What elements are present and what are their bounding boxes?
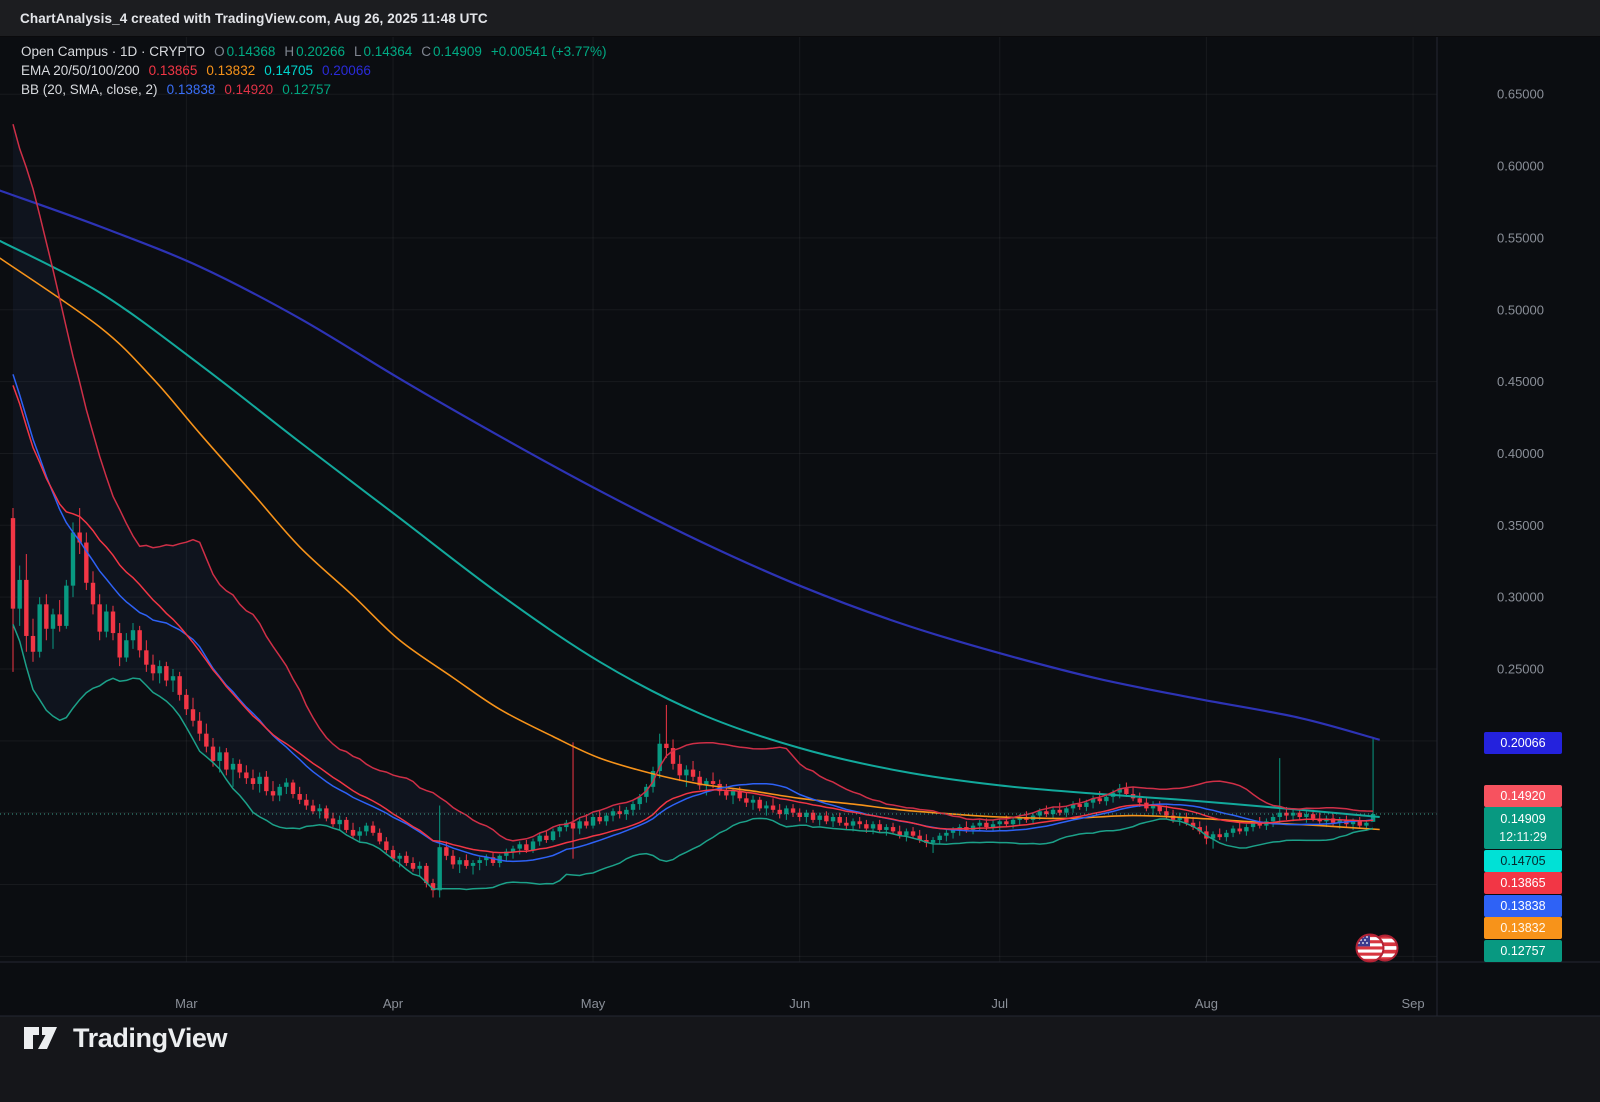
bb-basis-value: 0.13838 (167, 82, 216, 97)
ohlc-high: H 0.20266 (284, 44, 345, 59)
svg-text:0.60000: 0.60000 (1497, 159, 1544, 174)
svg-text:0.65000: 0.65000 (1497, 87, 1544, 102)
svg-text:0.40000: 0.40000 (1497, 446, 1544, 461)
badge-value: 0.14705 (1500, 852, 1545, 870)
price-badge-0.14705: 0.14705 (1484, 850, 1562, 872)
legend-row-ema: EMA 20/50/100/200 0.13865 0.13832 0.1470… (21, 63, 606, 78)
badge-value: 0.13832 (1500, 919, 1545, 937)
legend-row-symbol: Open Campus · 1D · CRYPTO O 0.14368 H 0.… (21, 44, 606, 59)
tradingview-wordmark: TradingView (73, 1023, 227, 1054)
legend-row-bb: BB (20, SMA, close, 2) 0.13838 0.14920 0… (21, 82, 606, 97)
badge-value: 0.12757 (1500, 942, 1545, 960)
tradingview-chart-page: 0.65000 0.60000 0.55000 0.50000 0.45000 0.400… (0, 0, 1600, 1102)
price-badge-0.14920: 0.14920 (1484, 785, 1562, 807)
ema-label: EMA 20/50/100/200 (21, 63, 140, 78)
price-badge-0.13838: 0.13838 (1484, 895, 1562, 917)
badge-value: 0.13865 (1500, 874, 1545, 892)
price-badge-0.14909: 0.1490912:11:29 (1484, 807, 1562, 849)
svg-text:Aug: Aug (1195, 996, 1218, 1011)
ema50-value: 0.13832 (206, 63, 255, 78)
ohlc-open: O 0.14368 (214, 44, 275, 59)
badge-value: 0.20066 (1500, 734, 1545, 752)
price-badge-0.13832: 0.13832 (1484, 917, 1562, 939)
symbol-title: Open Campus · 1D · CRYPTO (21, 44, 205, 59)
ohlc-low: L 0.14364 (354, 44, 412, 59)
price-badge-0.13865: 0.13865 (1484, 872, 1562, 894)
price-badge-0.20066: 0.20066 (1484, 732, 1562, 754)
tradingview-logo[interactable]: TradingView (22, 1021, 227, 1055)
title-bar: ChartAnalysis_4 created with TradingView… (0, 0, 1600, 37)
svg-text:Jul: Jul (991, 996, 1008, 1011)
svg-text:0.50000: 0.50000 (1497, 302, 1544, 317)
bb-upper-value: 0.14920 (224, 82, 273, 97)
chart-legend: Open Campus · 1D · CRYPTO O 0.14368 H 0.… (21, 44, 606, 97)
ema200-value: 0.20066 (322, 63, 371, 78)
ema100-value: 0.14705 (264, 63, 313, 78)
ohlc-close: C 0.14909 (421, 44, 482, 59)
badge-value: 0.13838 (1500, 897, 1545, 915)
us-flag-pair-icon (1352, 930, 1404, 971)
svg-text:0.45000: 0.45000 (1497, 374, 1544, 389)
svg-text:0.35000: 0.35000 (1497, 518, 1544, 533)
svg-text:0.30000: 0.30000 (1497, 590, 1544, 605)
tradingview-mark-icon (22, 1021, 60, 1055)
page-title: ChartAnalysis_4 created with TradingView… (20, 11, 488, 26)
svg-text:Apr: Apr (383, 996, 404, 1011)
price-change: +0.00541 (+3.77%) (491, 44, 607, 59)
badge-value: 0.14920 (1500, 787, 1545, 805)
svg-text:Jun: Jun (789, 996, 810, 1011)
svg-text:0.25000: 0.25000 (1497, 662, 1544, 677)
bar-countdown: 12:11:29 (1499, 828, 1547, 846)
badge-value: 0.14909 (1500, 810, 1545, 828)
bb-label: BB (20, SMA, close, 2) (21, 82, 158, 97)
svg-text:0.55000: 0.55000 (1497, 230, 1544, 245)
svg-text:Mar: Mar (175, 996, 198, 1011)
svg-text:Sep: Sep (1401, 996, 1424, 1011)
bb-lower-value: 0.12757 (282, 82, 331, 97)
price-badge-0.12757: 0.12757 (1484, 940, 1562, 962)
ema20-value: 0.13865 (149, 63, 198, 78)
svg-text:May: May (581, 996, 606, 1011)
